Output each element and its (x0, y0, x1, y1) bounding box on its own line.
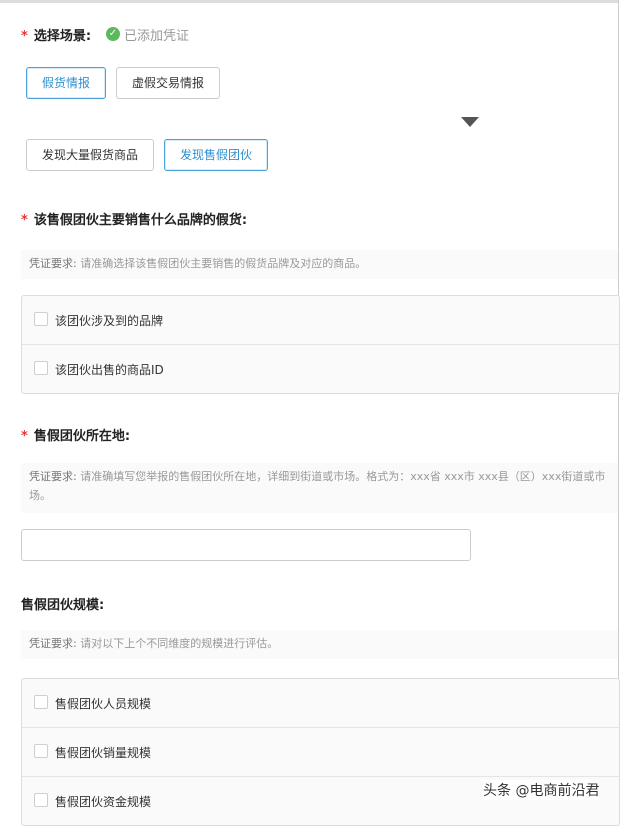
added-status: 已添加凭证 (124, 29, 190, 44)
top-divider (0, 0, 618, 3)
triangle-down-icon (461, 117, 479, 127)
subscenario-button-mass-goods[interactable]: 发现大量假货商品 (26, 139, 154, 171)
subscenario-button-gang[interactable]: 发现售假团伙 (164, 139, 268, 171)
scale-requirement: 凭证要求: 请对以下上个不同维度的规模进行评估。 (21, 630, 618, 659)
list-item[interactable]: 售假团伙销量规模 (22, 728, 619, 777)
scenario-label: * 选择场景: (21, 29, 92, 44)
checkbox[interactable] (34, 312, 48, 326)
check-circle-icon: ✓ (106, 27, 120, 41)
watermark: 头条 @电商前沿君 (483, 780, 600, 800)
location-label: * 售假团伙所在地: (21, 429, 131, 444)
checkbox[interactable] (34, 793, 48, 807)
checkbox[interactable] (34, 361, 48, 375)
scenario-button-fake-trade[interactable]: 虚假交易情报 (116, 67, 220, 99)
list-item[interactable]: 该团伙出售的商品ID (22, 345, 619, 393)
location-requirement: 凭证要求: 请准确填写您举报的售假团伙所在地，详细到街道或市场。格式为：xxx省… (21, 463, 618, 513)
checkbox[interactable] (34, 695, 48, 709)
brand-question-label: * 该售假团伙主要销售什么品牌的假货: (21, 213, 248, 228)
scale-options-box: 售假团伙人员规模 售假团伙销量规模 售假团伙资金规模 (21, 678, 620, 826)
required-marker: * (21, 429, 28, 444)
checkbox[interactable] (34, 744, 48, 758)
scenario-button-counterfeit[interactable]: 假货情报 (26, 67, 106, 99)
list-item[interactable]: 售假团伙人员规模 (22, 679, 619, 728)
required-marker: * (21, 29, 28, 44)
location-input[interactable] (21, 529, 471, 561)
brand-options-box: 该团伙涉及到的品牌 该团伙出售的商品ID (21, 295, 620, 394)
required-marker: * (21, 213, 28, 228)
brand-requirement: 凭证要求: 请准确选择该售假团伙主要销售的假货品牌及对应的商品。 (21, 250, 618, 279)
list-item[interactable]: 该团伙涉及到的品牌 (22, 296, 619, 345)
scale-label: 售假团伙规模: (21, 598, 105, 613)
